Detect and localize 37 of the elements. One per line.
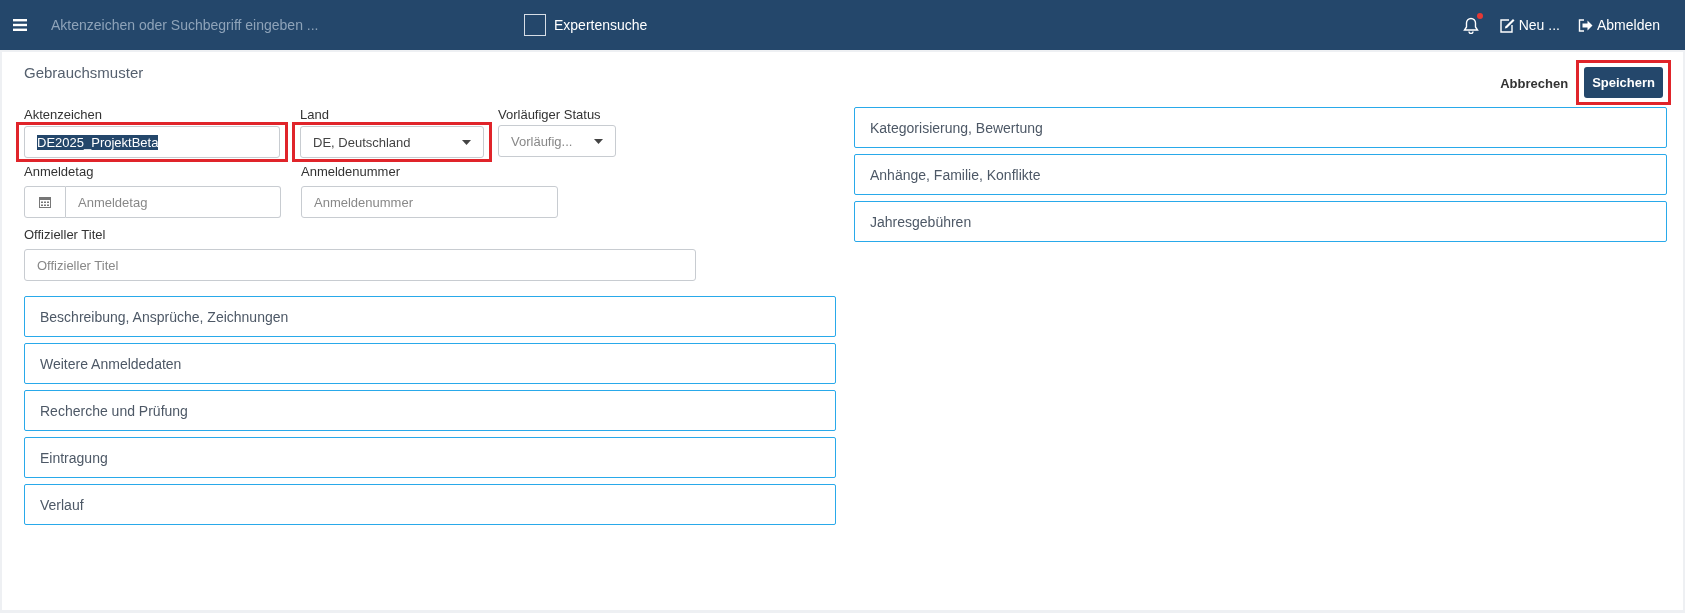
calendar-icon bbox=[39, 196, 51, 208]
calendar-button[interactable] bbox=[24, 186, 66, 218]
section-header[interactable]: Anhänge, Familie, Konflikte bbox=[854, 154, 1667, 195]
dropdown[interactable]: DE, Deutschland bbox=[300, 126, 484, 158]
section-header[interactable]: Beschreibung, Ansprüche, Zeichnungen bbox=[24, 296, 836, 337]
input-field[interactable]: Offizieller Titel bbox=[24, 249, 696, 281]
field-label: Anmeldenummer bbox=[301, 164, 401, 179]
edit-icon bbox=[1498, 17, 1515, 33]
section-header[interactable]: Kategorisierung, Bewertung bbox=[854, 107, 1667, 148]
new-button[interactable]: Neu ... bbox=[1498, 17, 1560, 33]
section-header[interactable]: Weitere Anmeldedaten bbox=[24, 343, 836, 384]
expert-search-checkbox[interactable] bbox=[524, 14, 546, 36]
section-header[interactable]: Jahresgebühren bbox=[854, 201, 1667, 242]
menu-button[interactable] bbox=[13, 19, 27, 31]
field-label: Aktenzeichen bbox=[24, 107, 104, 122]
cancel-button[interactable]: Abbrechen bbox=[1500, 75, 1569, 91]
dropdown[interactable]: Vorläufig... bbox=[498, 125, 616, 157]
logout-icon bbox=[1577, 18, 1593, 32]
form-title: Gebrauchsmuster bbox=[24, 64, 144, 81]
bell-icon bbox=[1462, 16, 1479, 34]
expert-search-label[interactable]: Expertensuche bbox=[554, 17, 648, 33]
field-label: Vorläufiger Status bbox=[498, 107, 602, 122]
search-field[interactable]: Aktenzeichen oder Suchbegriff eingeben ... bbox=[51, 13, 501, 37]
field-label: Anmeldetag bbox=[24, 164, 95, 179]
section-header[interactable]: Eintragung bbox=[24, 437, 836, 478]
caret-icon bbox=[462, 139, 471, 145]
field-label: Land bbox=[300, 107, 330, 122]
input-field[interactable]: Anmeldenummer bbox=[301, 186, 558, 218]
section-header[interactable]: Verlauf bbox=[24, 484, 836, 525]
input-field[interactable]: DE2025_ProjektBeta bbox=[24, 126, 280, 158]
caret-icon bbox=[594, 138, 603, 144]
section-header[interactable]: Recherche und Prüfung bbox=[24, 390, 836, 431]
save-button[interactable]: Speichern bbox=[1584, 67, 1663, 98]
date-field[interactable]: Anmeldetag bbox=[66, 186, 281, 218]
logout-button[interactable]: Abmelden bbox=[1577, 17, 1660, 33]
field-label: Offizieller Titel bbox=[24, 227, 107, 242]
menu-icon bbox=[13, 19, 27, 31]
